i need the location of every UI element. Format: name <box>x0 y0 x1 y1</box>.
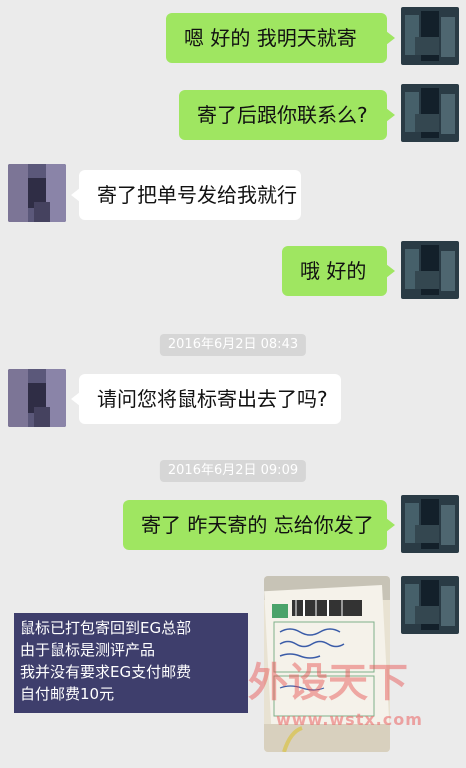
annotation-line: 自付邮费10元 <box>20 685 115 703</box>
annotation-line: 由于鼠标是测评产品 <box>20 641 156 659</box>
avatar-contact[interactable] <box>8 164 66 222</box>
avatar-me[interactable] <box>401 84 459 142</box>
timestamp: 2016年6月2日 09:09 <box>159 460 307 482</box>
avatar-me[interactable] <box>401 576 459 634</box>
avatar-me[interactable] <box>401 241 459 299</box>
watermark-url: www.wstx.com <box>276 710 423 729</box>
watermark-brand: 外设天下 <box>248 660 408 706</box>
avatar-me[interactable] <box>401 495 459 553</box>
avatar-me[interactable] <box>401 7 459 65</box>
watermark: 外设天下 www.wstx.com <box>248 646 458 736</box>
annotation-line: 我并没有要求EG支付邮费 <box>20 663 192 681</box>
message-bubble-outgoing[interactable]: 嗯 好的 我明天就寄 <box>166 13 395 63</box>
annotation-line: 鼠标已打包寄回到EG总部 <box>20 619 192 637</box>
message-bubble-outgoing[interactable]: 寄了后跟你联系么? <box>179 90 395 140</box>
message-bubble-incoming[interactable]: 请问您将鼠标寄出去了吗? <box>71 374 341 424</box>
message-bubble-outgoing[interactable]: 哦 好的 <box>282 246 395 296</box>
avatar-contact[interactable] <box>8 369 66 427</box>
annotation-box: 鼠标已打包寄回到EG总部 由于鼠标是测评产品 我并没有要求EG支付邮费 自付邮费… <box>14 613 248 713</box>
message-bubble-incoming[interactable]: 寄了把单号发给我就行 <box>71 170 301 220</box>
message-bubble-outgoing[interactable]: 寄了 昨天寄的 忘给你发了 <box>123 500 395 550</box>
timestamp: 2016年6月2日 08:43 <box>159 334 307 356</box>
